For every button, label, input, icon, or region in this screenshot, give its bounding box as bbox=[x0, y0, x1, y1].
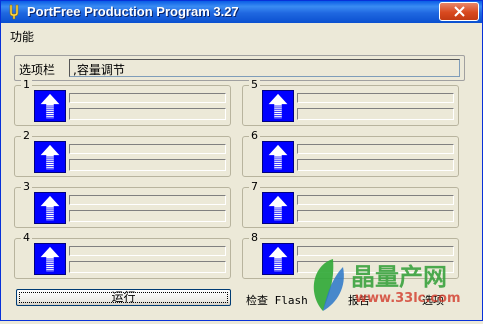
watermark-site-name: 晶量产网 bbox=[351, 263, 447, 291]
port-number: 2 bbox=[21, 129, 32, 143]
site-watermark: 晶量产网 www.33lc.com bbox=[303, 253, 483, 321]
run-button[interactable]: 运行 bbox=[16, 289, 231, 306]
port-status-indicator bbox=[262, 141, 294, 173]
port-group: 2 bbox=[14, 129, 231, 177]
options-bar: 选项栏 ,容量调节 bbox=[14, 55, 465, 81]
port-progress-bar bbox=[297, 144, 454, 154]
port-status-field bbox=[297, 159, 454, 171]
port-status-indicator bbox=[34, 90, 66, 122]
close-button[interactable] bbox=[439, 2, 479, 21]
port-status-indicator bbox=[34, 141, 66, 173]
port-progress-bar bbox=[297, 195, 454, 205]
port-number: 4 bbox=[21, 231, 32, 245]
port-status-indicator bbox=[34, 192, 66, 224]
up-arrow-icon bbox=[268, 246, 288, 272]
port-number: 7 bbox=[249, 180, 260, 194]
port-status-field bbox=[297, 210, 454, 222]
port-number: 1 bbox=[21, 78, 32, 92]
port-group: 4 bbox=[14, 231, 231, 279]
port-status-field bbox=[69, 108, 226, 120]
port-status-indicator bbox=[34, 243, 66, 275]
port-group: 1 bbox=[14, 78, 231, 126]
run-button-label: 运行 bbox=[111, 290, 136, 304]
close-icon bbox=[453, 6, 465, 17]
port-status-field bbox=[69, 159, 226, 171]
port-number: 6 bbox=[249, 129, 260, 143]
menu-bar: 功能 bbox=[2, 23, 481, 44]
check-flash-label[interactable]: 检查 Flash bbox=[246, 292, 308, 308]
port-number: 3 bbox=[21, 180, 32, 194]
port-group: 7 bbox=[242, 180, 459, 228]
title-bar[interactable]: PortFree Production Program 3.27 bbox=[1, 1, 482, 23]
port-progress-bar bbox=[69, 195, 226, 205]
port-progress-bar bbox=[69, 246, 226, 256]
port-progress-bar bbox=[69, 144, 226, 154]
port-status-field bbox=[69, 210, 226, 222]
port-number: 8 bbox=[249, 231, 260, 245]
port-status-field bbox=[69, 261, 226, 273]
port-group: 3 bbox=[14, 180, 231, 228]
up-arrow-icon bbox=[40, 144, 60, 170]
app-icon bbox=[6, 4, 22, 20]
watermark-url: www.33lc.com bbox=[355, 291, 461, 306]
port-progress-bar bbox=[69, 93, 226, 103]
port-number: 5 bbox=[249, 78, 260, 92]
port-progress-bar bbox=[297, 93, 454, 103]
up-arrow-icon bbox=[40, 195, 60, 221]
up-arrow-icon bbox=[268, 144, 288, 170]
port-group: 5 bbox=[242, 78, 459, 126]
port-status-indicator bbox=[262, 90, 294, 122]
window-title: PortFree Production Program 3.27 bbox=[27, 4, 239, 19]
up-arrow-icon bbox=[268, 93, 288, 119]
options-label: 选项栏 bbox=[19, 63, 56, 77]
up-arrow-icon bbox=[40, 93, 60, 119]
options-field[interactable]: ,容量调节 bbox=[69, 59, 460, 77]
up-arrow-icon bbox=[40, 246, 60, 272]
port-group: 6 bbox=[242, 129, 459, 177]
up-arrow-icon bbox=[268, 195, 288, 221]
port-status-indicator bbox=[262, 192, 294, 224]
menu-item-function[interactable]: 功能 bbox=[10, 28, 34, 45]
port-status-field bbox=[297, 108, 454, 120]
port-status-indicator bbox=[262, 243, 294, 275]
main-window: PortFree Production Program 3.27 功能 选项栏 … bbox=[0, 0, 483, 321]
